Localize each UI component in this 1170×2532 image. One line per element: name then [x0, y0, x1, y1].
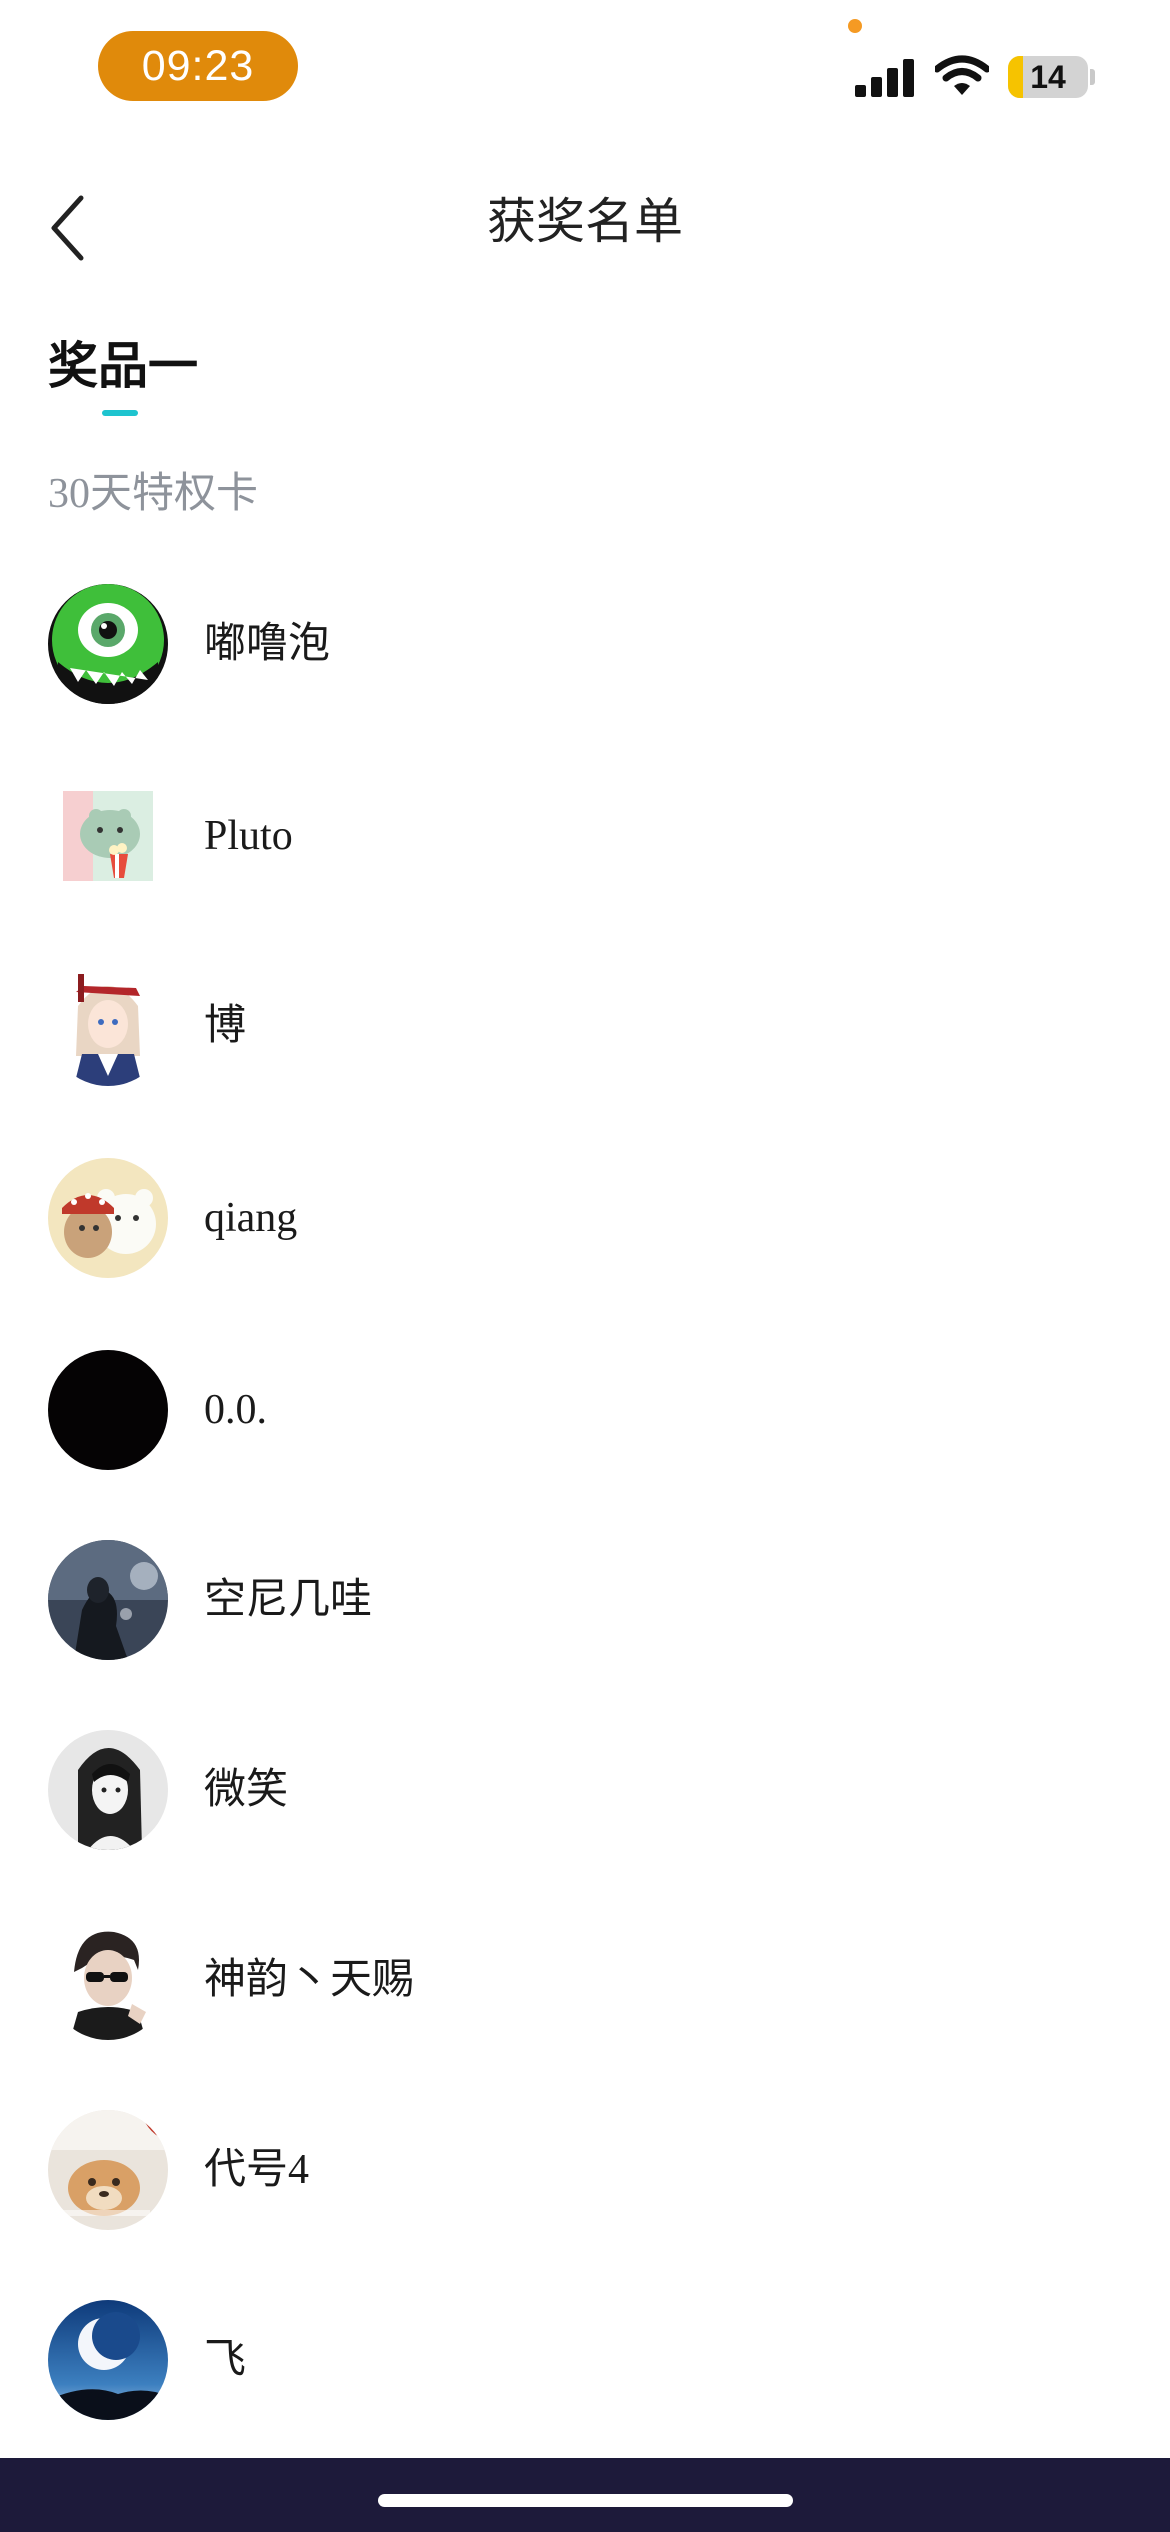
- cartoon-frog-avatar: [48, 776, 168, 896]
- battery-cap: [1090, 69, 1095, 85]
- list-item[interactable]: 代号4: [0, 2110, 1170, 2240]
- cellular-signal-icon: [855, 57, 917, 97]
- status-bar: 09:23 14: [0, 0, 1170, 140]
- page-title: 获奖名单: [486, 193, 683, 250]
- bottom-bar: [0, 2458, 1170, 2532]
- tab-active-indicator: [102, 410, 138, 416]
- dark-figure-avatar: [48, 1540, 168, 1660]
- nav-bar: 获奖名单: [0, 170, 1170, 280]
- battery-icon: 14: [1008, 56, 1088, 98]
- green-monster-avatar: [48, 584, 168, 704]
- tab-prize-one[interactable]: 奖品一: [48, 335, 198, 397]
- monochrome-portrait-avatar: [48, 1730, 168, 1850]
- dog-photo-avatar: [48, 2110, 168, 2230]
- winner-name: Pluto: [204, 813, 293, 859]
- list-item[interactable]: 飞: [0, 2300, 1170, 2430]
- anime-girl-avatar: [48, 966, 168, 1086]
- list-item[interactable]: qiang: [0, 1158, 1170, 1288]
- list-item[interactable]: 微笑: [0, 1730, 1170, 1860]
- winner-name: 0.0.: [204, 1387, 267, 1433]
- list-item[interactable]: 博: [0, 966, 1170, 1096]
- black-avatar: [48, 1350, 168, 1470]
- winner-name: 神韵丶天赐: [204, 1957, 415, 2003]
- privacy-indicator-dot: [848, 19, 862, 33]
- list-item[interactable]: 嘟噜泡: [0, 584, 1170, 714]
- list-item[interactable]: Pluto: [0, 776, 1170, 906]
- winner-name: 微笑: [204, 1767, 289, 1813]
- winner-name: 代号4: [204, 2147, 310, 2193]
- prize-name: 30天特权卡: [48, 471, 259, 517]
- cartoon-bears-avatar: [48, 1158, 168, 1278]
- list-item[interactable]: 0.0.: [0, 1350, 1170, 1480]
- winner-name: 空尼几哇: [204, 1577, 373, 1623]
- wifi-icon: [935, 55, 989, 95]
- crescent-moon-avatar: [48, 2300, 168, 2420]
- list-item[interactable]: 空尼几哇: [0, 1540, 1170, 1670]
- home-indicator[interactable]: [378, 2494, 793, 2507]
- battery-level: 14: [1030, 59, 1066, 95]
- winner-name: 博: [204, 1003, 247, 1049]
- list-item[interactable]: 神韵丶天赐: [0, 1920, 1170, 2050]
- man-with-glasses-avatar: [48, 1920, 168, 2040]
- status-time: 09:23: [98, 31, 298, 101]
- winner-name: qiang: [204, 1195, 298, 1241]
- winner-name: 嘟噜泡: [204, 621, 331, 667]
- winner-name: 飞: [204, 2337, 247, 2383]
